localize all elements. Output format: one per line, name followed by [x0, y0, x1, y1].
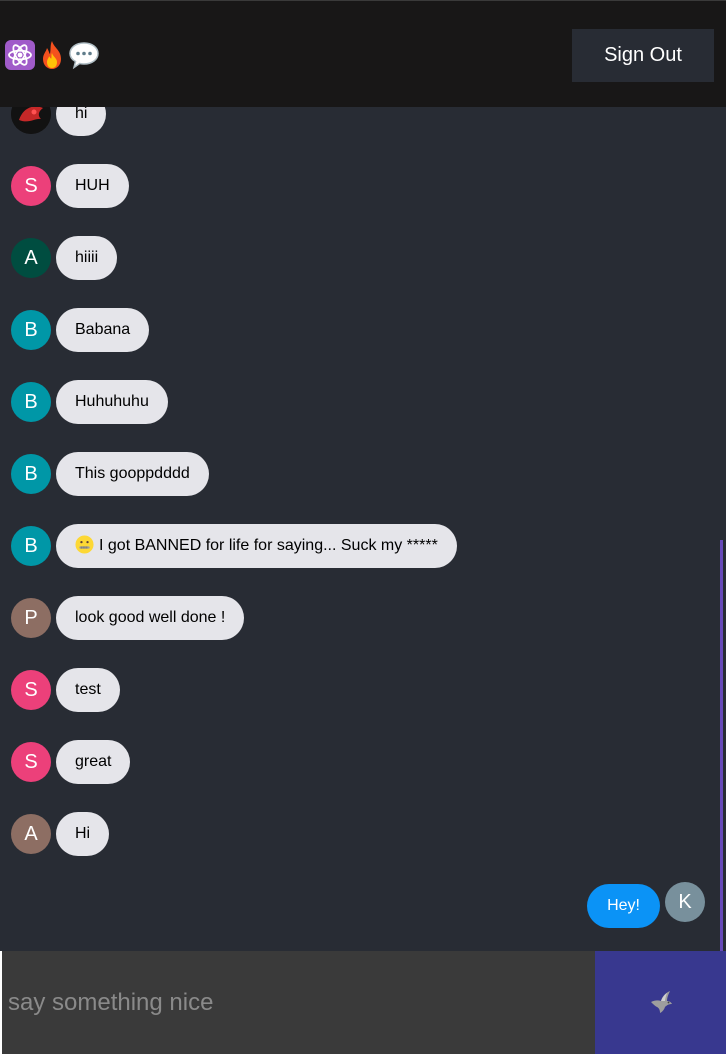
- dove-icon: [648, 988, 674, 1017]
- avatar-letter: B: [24, 390, 38, 413]
- message-text: look good well done !: [75, 609, 226, 626]
- avatar: B: [11, 382, 51, 422]
- message-bubble: Hi: [56, 812, 110, 856]
- message-input[interactable]: [0, 951, 595, 1054]
- message-text: This gooppdddd: [75, 465, 190, 482]
- message-bubble: Babana: [56, 308, 150, 352]
- message-bubble: great: [56, 740, 131, 784]
- avatar-letter: P: [24, 606, 38, 629]
- avatar: A: [11, 238, 51, 278]
- message-bubble: HUH: [56, 164, 129, 208]
- avatar: K: [665, 882, 705, 922]
- message-row: S great: [0, 740, 726, 784]
- message-text: Hey!: [607, 897, 640, 914]
- message-row: S test: [0, 668, 726, 712]
- message-row: hi: [0, 107, 726, 136]
- avatar-letter: K: [678, 890, 692, 913]
- message-bubble: hi: [56, 107, 107, 136]
- message-bubble: hiiii: [56, 236, 118, 280]
- avatar: B: [11, 454, 51, 494]
- message-bubble: test: [56, 668, 120, 712]
- message-text: Huhuhuhu: [75, 393, 149, 410]
- chat-app: Sign Out hi S HUH A hiiii B Babana B Huh…: [0, 0, 726, 1054]
- message-text: hiiii: [75, 249, 99, 266]
- avatar: A: [11, 814, 51, 854]
- avatar: S: [11, 742, 51, 782]
- message-text: test: [75, 681, 101, 698]
- avatar-letter: S: [24, 174, 38, 197]
- app-logo: [4, 37, 100, 73]
- app-header: Sign Out: [0, 0, 726, 107]
- sent-message-bubble: Hey!: [587, 884, 660, 928]
- message-composer: [0, 951, 726, 1054]
- avatar-letter: B: [24, 318, 38, 341]
- message-row: A hiiii: [0, 236, 726, 280]
- avatar-letter: S: [24, 678, 38, 701]
- zipper-mouth-face-icon: [75, 528, 94, 554]
- message-row: P look good well done !: [0, 596, 726, 640]
- message-row: A Hi: [0, 812, 726, 856]
- message-row: B I got BANNED for life for saying... Su…: [0, 524, 726, 568]
- avatar-letter: S: [24, 750, 38, 773]
- avatar-letter: B: [24, 534, 38, 557]
- avatar-letter: A: [24, 246, 38, 269]
- profile-photo-icon: [11, 107, 51, 134]
- scrollbar-thumb[interactable]: [720, 540, 723, 951]
- message-row: B Huhuhuhu: [0, 380, 726, 424]
- avatar-letter: A: [24, 822, 38, 845]
- message-bubble: I got BANNED for life for saying... Suck…: [56, 524, 457, 568]
- send-button[interactable]: [595, 951, 726, 1054]
- message-text: I got BANNED for life for saying... Suck…: [99, 537, 438, 554]
- message-row: B This gooppdddd: [0, 452, 726, 496]
- speech-bubble-icon: [68, 39, 100, 71]
- avatar: B: [11, 526, 51, 566]
- message-row: B Babana: [0, 308, 726, 352]
- message-row: S HUH: [0, 164, 726, 208]
- message-bubble: This gooppdddd: [56, 452, 209, 496]
- message-text: great: [75, 753, 112, 770]
- fire-icon: [36, 39, 68, 71]
- avatar-letter: B: [24, 462, 38, 485]
- atom-icon: [4, 39, 36, 71]
- message-text: Babana: [75, 321, 131, 338]
- avatar: [11, 107, 51, 134]
- avatar: S: [11, 166, 51, 206]
- message-list[interactable]: hi S HUH A hiiii B Babana B Huhuhuhu B T…: [0, 107, 726, 951]
- avatar: S: [11, 670, 51, 710]
- avatar: P: [11, 598, 51, 638]
- message-text: Hi: [75, 825, 91, 842]
- message-text: HUH: [75, 177, 110, 194]
- sign-out-button[interactable]: Sign Out: [572, 29, 714, 82]
- message-bubble: Huhuhuhu: [56, 380, 168, 424]
- message-text: hi: [75, 107, 88, 122]
- sent-message-row: Hey! K: [0, 882, 726, 928]
- message-bubble: look good well done !: [56, 596, 245, 640]
- avatar: B: [11, 310, 51, 350]
